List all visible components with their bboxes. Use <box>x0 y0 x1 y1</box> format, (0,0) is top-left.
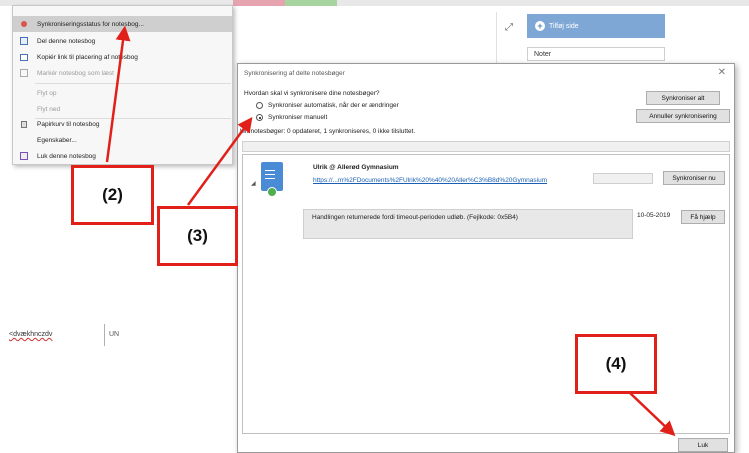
collapse-caret-icon[interactable]: ◢ <box>251 180 256 187</box>
error-date: 10-05-2019 <box>637 212 671 219</box>
sync-all-button[interactable]: Synkroniser alt <box>646 91 720 105</box>
menu-item-move-up: Flyt op <box>37 89 57 97</box>
callout-step2: (2) <box>71 165 154 225</box>
menu-item-sync-status[interactable]: Synkroniseringsstatus for notesbog... <box>13 16 232 32</box>
close-notebook-icon <box>20 152 28 160</box>
cancel-sync-button[interactable]: Annuller synkronisering <box>636 109 730 123</box>
recycle-bin-icon <box>20 120 28 128</box>
error-message: Handlingen returnerede fordi timeout-per… <box>312 214 518 221</box>
section-tab-green[interactable] <box>285 0 337 6</box>
mark-read-icon <box>20 69 28 77</box>
sync-progress-field <box>593 173 653 184</box>
status-bar <box>242 141 730 152</box>
add-page-button[interactable]: + Tilføj side <box>527 14 665 38</box>
background-column-divider <box>104 324 105 346</box>
callout-step3: (3) <box>157 206 238 266</box>
sync-badge-icon <box>267 187 277 197</box>
sync-status-icon <box>20 20 28 28</box>
menu-item-mark-read: Markér notesbog som læst <box>13 65 232 81</box>
menu-item-share[interactable]: Del denne notesbog <box>13 33 232 49</box>
error-message-box: Handlingen returnerede fordi timeout-per… <box>303 209 633 239</box>
menu-item-properties[interactable]: Egenskaber... <box>13 132 232 148</box>
expand-icon[interactable]: ⤢ <box>505 22 513 33</box>
radio-sync-automatic[interactable]: Synkroniser automatisk, når der er ændri… <box>256 102 399 109</box>
plus-icon: + <box>535 21 545 31</box>
close-button[interactable]: Luk <box>678 438 728 452</box>
notebook-link[interactable]: https://...m%2FDocuments%2FUlrik%20%40%2… <box>313 177 547 184</box>
shared-notebook-sync-dialog: Synkronisering af delte notesbøger ✕ Hvo… <box>237 63 735 453</box>
menu-item-move-down: Flyt ned <box>37 105 61 113</box>
menu-separator <box>35 83 231 84</box>
add-page-label: Tilføj side <box>549 22 579 30</box>
close-icon[interactable]: ✕ <box>718 67 726 78</box>
page-item-notes[interactable]: Noter <box>527 47 665 61</box>
sync-summary: lemnotesbøger: 0 opdateret, 1 synkronise… <box>240 128 416 135</box>
dialog-title: Synkronisering af delte notesbøger <box>244 70 345 77</box>
notebook-owner: Ulrik @ Allerød Gymnasium <box>313 164 399 171</box>
share-icon <box>20 37 28 45</box>
section-tab-pink[interactable] <box>233 0 285 6</box>
sync-now-button[interactable]: Synkroniser nu <box>663 171 725 185</box>
menu-item-close-notebook[interactable]: Luk denne notesbog <box>13 148 232 164</box>
get-help-button[interactable]: Få hjælp <box>681 210 725 224</box>
copy-link-icon <box>20 53 28 61</box>
radio-sync-manual[interactable]: Synkroniser manuelt <box>256 114 327 121</box>
background-doc-text: <dvækhnczdv <box>9 331 53 338</box>
menu-item-recycle-bin[interactable]: Papirkurv til notesbog <box>13 116 232 132</box>
callout-step4: (4) <box>575 334 657 394</box>
notebook-context-menu: Synkroniseringsstatus for notesbog... De… <box>12 5 233 165</box>
menu-item-copy-link[interactable]: Kopiér link til placering af notesbog <box>13 49 232 65</box>
radio-button-selected-icon <box>256 114 263 121</box>
sync-question: Hvordan skal vi synkronisere dine notesb… <box>244 90 380 97</box>
background-column-text: UN <box>109 331 120 338</box>
radio-button-icon <box>256 102 263 109</box>
